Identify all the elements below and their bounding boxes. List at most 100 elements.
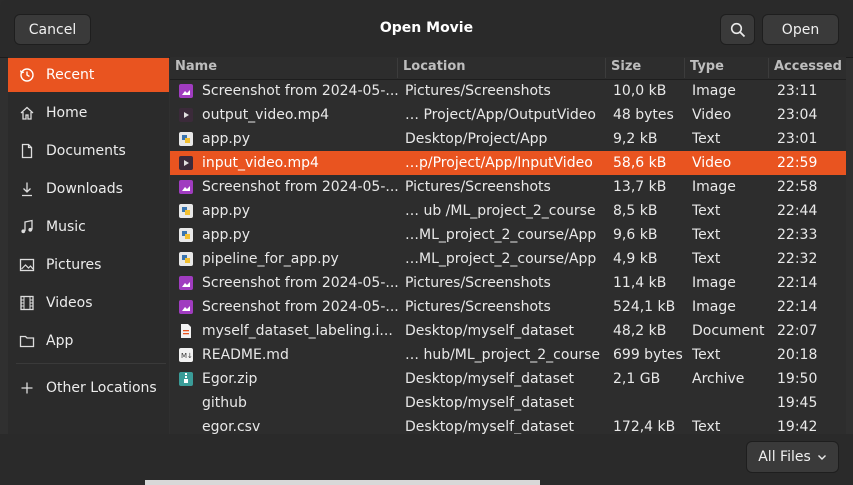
- file-type: Video: [692, 155, 732, 171]
- file-location: Desktop/myself_dataset: [405, 395, 575, 411]
- file-size: 2,1 GB: [613, 371, 661, 387]
- file-accessed: 23:04: [777, 107, 818, 123]
- file-type: Video: [692, 107, 732, 123]
- sidebar-item-label: Downloads: [46, 181, 123, 197]
- file-accessed: 22:14: [777, 299, 818, 315]
- sidebar-item-app[interactable]: App: [8, 324, 169, 358]
- sidebar-item-music[interactable]: Music: [8, 210, 169, 244]
- file-name: myself_dataset_labeling.i...: [202, 323, 393, 339]
- file-accessed: 22:32: [777, 251, 818, 267]
- file-name: README.md: [202, 347, 289, 363]
- column-location[interactable]: Location: [397, 58, 605, 78]
- file-accessed: 19:50: [777, 371, 818, 387]
- video-file-icon: [179, 156, 193, 170]
- chevron-down-icon: [817, 452, 827, 462]
- column-type[interactable]: Type: [684, 58, 768, 78]
- file-accessed: 22:58: [777, 179, 818, 195]
- file-size: 48 bytes: [613, 107, 674, 123]
- image-file-icon: [179, 180, 193, 194]
- plus-icon: [8, 380, 46, 396]
- file-row[interactable]: Screenshot from 2024-05-... Pictures/Scr…: [170, 271, 846, 295]
- file-row[interactable]: myself_dataset_labeling.i... Desktop/mys…: [170, 319, 846, 343]
- file-name: app.py: [202, 131, 250, 147]
- places-sidebar: Recent Home Documents Downloads Music Pi…: [8, 57, 169, 434]
- column-name[interactable]: Name: [170, 58, 397, 78]
- file-size: 48,2 kB: [613, 323, 667, 339]
- file-chooser-dialog: Cancel Open Movie Open Recent Home Docum…: [0, 0, 853, 485]
- sidebar-item-recent[interactable]: Recent: [8, 58, 169, 92]
- file-name: egor.csv: [202, 419, 261, 434]
- file-row[interactable]: pipeline_for_app.py …ML_project_2_course…: [170, 247, 846, 271]
- file-type-filter[interactable]: All Files: [746, 441, 839, 473]
- file-row-selected[interactable]: input_video.mp4 …p/Project/App/InputVide…: [170, 151, 846, 175]
- file-row[interactable]: Screenshot from 2024-05-... Pictures/Scr…: [170, 79, 846, 103]
- file-location: Pictures/Screenshots: [405, 83, 551, 99]
- sidebar-item-documents[interactable]: Documents: [8, 134, 169, 168]
- open-button[interactable]: Open: [762, 14, 839, 45]
- file-size: 8,5 kB: [613, 203, 658, 219]
- file-accessed: 22:07: [777, 323, 818, 339]
- file-row[interactable]: output_video.mp4 … Project/App/OutputVid…: [170, 103, 846, 127]
- file-size: 524,1 kB: [613, 299, 676, 315]
- picture-icon: [8, 257, 46, 273]
- markdown-file-icon: M↓: [179, 348, 193, 362]
- file-location: Desktop/myself_dataset: [405, 419, 575, 434]
- python-file-icon: [179, 204, 193, 218]
- file-name: app.py: [202, 203, 250, 219]
- image-file-icon: [179, 84, 193, 98]
- sidebar-item-home[interactable]: Home: [8, 96, 169, 130]
- file-size: 13,7 kB: [613, 179, 667, 195]
- file-row[interactable]: Screenshot from 2024-05-... Pictures/Scr…: [170, 175, 846, 199]
- sidebar-item-label: App: [46, 333, 74, 349]
- file-accessed: 19:42: [777, 419, 818, 434]
- file-location: Desktop/myself_dataset: [405, 371, 575, 387]
- column-accessed[interactable]: Accessed: [768, 58, 846, 78]
- file-list[interactable]: Name Location Size Type Accessed Screens…: [170, 57, 846, 434]
- image-file-icon: [179, 276, 193, 290]
- file-row[interactable]: github Desktop/myself_dataset 19:45: [170, 391, 846, 415]
- file-type: Text: [692, 347, 721, 363]
- file-row[interactable]: egor.csv Desktop/myself_dataset 172,4 kB…: [170, 415, 846, 434]
- file-row[interactable]: app.py … ub /ML_project_2_course 8,5 kB …: [170, 199, 846, 223]
- file-size: 10,0 kB: [613, 83, 667, 99]
- file-size: 9,2 kB: [613, 131, 658, 147]
- sidebar-item-other-locations[interactable]: Other Locations: [8, 371, 169, 405]
- file-row[interactable]: Screenshot from 2024-05-... Pictures/Scr…: [170, 295, 846, 319]
- file-row[interactable]: app.py …ML_project_2_course/App 9,6 kB T…: [170, 223, 846, 247]
- file-accessed: 20:18: [777, 347, 818, 363]
- sidebar-item-videos[interactable]: Videos: [8, 286, 169, 320]
- folder-icon: [8, 333, 46, 349]
- sidebar-item-label: Recent: [46, 67, 95, 83]
- filter-label: All Files: [758, 449, 811, 465]
- python-file-icon: [179, 228, 193, 242]
- sidebar-item-label: Other Locations: [46, 380, 157, 396]
- file-row[interactable]: app.py Desktop/Project/App 9,2 kB Text 2…: [170, 127, 846, 151]
- file-location: … hub/ML_project_2_course: [405, 347, 600, 363]
- file-type: Document: [692, 323, 765, 339]
- file-row[interactable]: Egor.zip Desktop/myself_dataset 2,1 GB A…: [170, 367, 846, 391]
- file-row[interactable]: M↓ README.md … hub/ML_project_2_course 6…: [170, 343, 846, 367]
- file-location: …ML_project_2_course/App: [405, 251, 597, 267]
- file-size: 9,6 kB: [613, 227, 658, 243]
- file-name: pipeline_for_app.py: [202, 251, 339, 267]
- file-accessed: 23:11: [777, 83, 818, 99]
- file-name: Screenshot from 2024-05-...: [202, 275, 398, 291]
- archive-file-icon: [179, 372, 193, 386]
- sidebar-item-pictures[interactable]: Pictures: [8, 248, 169, 282]
- python-file-icon: [179, 252, 193, 266]
- column-size[interactable]: Size: [605, 58, 684, 78]
- file-type: Archive: [692, 371, 745, 387]
- file-accessed: 19:45: [777, 395, 818, 411]
- file-type: Image: [692, 275, 736, 291]
- search-button[interactable]: [720, 14, 755, 45]
- sidebar-item-downloads[interactable]: Downloads: [8, 172, 169, 206]
- file-name: Egor.zip: [202, 371, 258, 387]
- sidebar-item-label: Home: [46, 105, 88, 121]
- sidebar-item-label: Pictures: [46, 257, 102, 273]
- download-icon: [8, 181, 46, 197]
- film-icon: [8, 295, 46, 311]
- file-location: Pictures/Screenshots: [405, 179, 551, 195]
- search-icon: [730, 22, 746, 38]
- home-icon: [8, 105, 46, 121]
- file-size: 58,6 kB: [613, 155, 667, 171]
